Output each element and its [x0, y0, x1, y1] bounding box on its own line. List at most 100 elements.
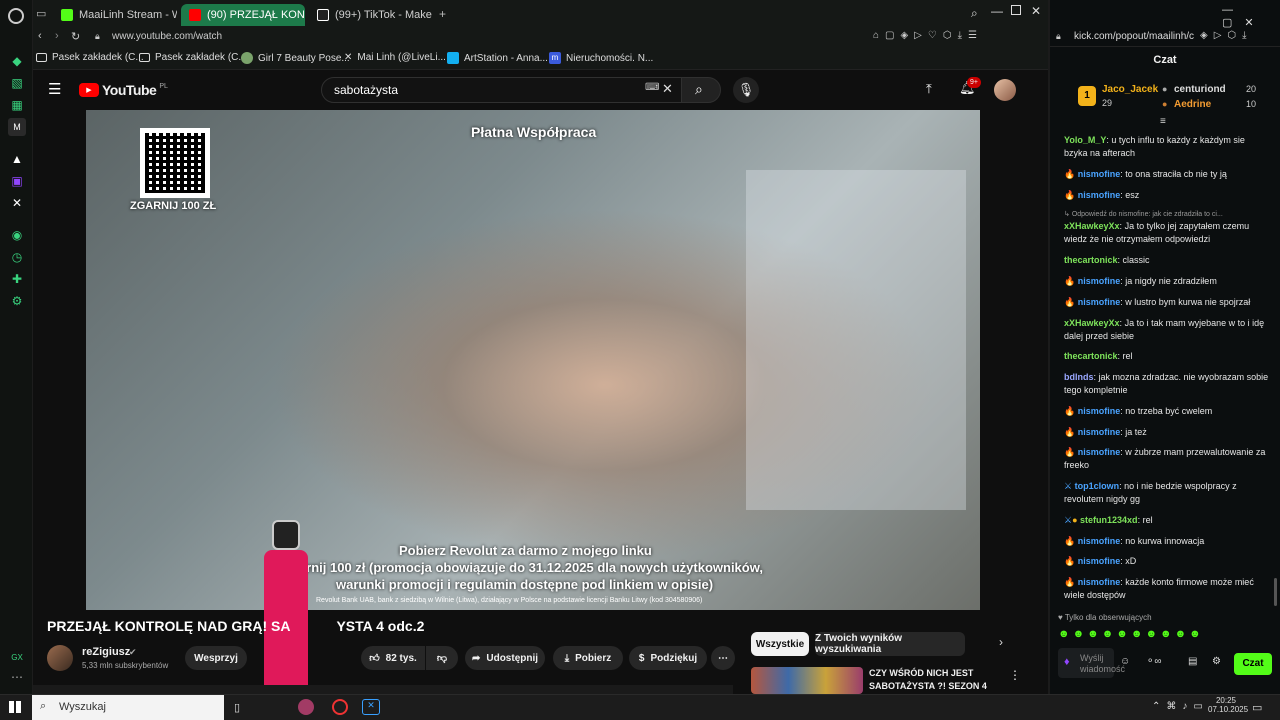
kick-chat-window: —▢✕ 🔒︎ kick.com/popout/maailinh/c ◈▷⬡⤓ C… [1048, 0, 1280, 694]
keyboard-icon[interactable]: ⌨ [645, 82, 659, 93]
close-window-button[interactable]: ✕ [1031, 4, 1041, 18]
xbox-taskbar-icon[interactable]: ✕ [362, 699, 380, 715]
fire-badge-icon: 🔥 [1064, 406, 1076, 416]
history-icon[interactable]: ◷ [8, 248, 26, 266]
share-button[interactable]: ➦ Udostępnij [465, 646, 545, 670]
discover-icon[interactable]: ▧ [8, 74, 26, 92]
aria-icon[interactable]: ◆ [8, 52, 26, 70]
emote-picker-icon[interactable]: ♦ [1064, 656, 1070, 668]
tab-kick[interactable]: MaaiLinh Stream - Watch [53, 4, 177, 26]
chip-all[interactable]: Wszystkie [751, 632, 809, 656]
chip-from-search[interactable]: Z Twoich wyników wyszukiwania [815, 632, 965, 656]
clock[interactable]: 20:25 07.10.2025 [1208, 696, 1248, 714]
dislike-button[interactable]: 👎︎ [426, 646, 458, 670]
search-button[interactable]: ⌕ [681, 77, 721, 103]
notification-center-icon[interactable]: ▭ [1252, 701, 1262, 714]
back-icon[interactable]: ‹ [38, 30, 42, 42]
twitch-icon[interactable]: ▣ [8, 172, 26, 190]
send-chat-button[interactable]: Czat [1234, 653, 1272, 675]
store-icon[interactable]: ▤ [1188, 656, 1197, 667]
chat-message: 🔥 nismofine: w żubrze mam przewalutowani… [1064, 447, 1266, 470]
tab-youtube[interactable]: (90) PRZEJĄŁ KONTR [181, 4, 305, 26]
leaderboard-name[interactable]: centuriond [1174, 84, 1226, 95]
fire-badge-icon: 🔥 [1064, 276, 1076, 286]
support-button[interactable]: Wesprzyj [185, 646, 247, 670]
chat-message: Yolo_M_Y: u tych influ to każdy z każdym… [1064, 135, 1245, 158]
channel-name[interactable]: reZigiusz [82, 646, 130, 658]
recommended-title[interactable]: CZY WŚRÓD NICH JEST SABOTAŻYSTA ?! SEZON… [869, 667, 987, 693]
leaderboard-name[interactable]: Jaco_Jacek [1102, 84, 1158, 95]
leaderboard-points: 20 [1246, 84, 1257, 94]
voice-search-button[interactable]: 🎙︎ [733, 77, 759, 103]
search-input[interactable]: sabotażysta ⌨ ✕ [321, 77, 701, 103]
search-tabs-icon[interactable]: ⌕ [971, 6, 978, 21]
qr-code [140, 128, 210, 198]
channel-avatar[interactable] [47, 645, 73, 671]
task-view-icon[interactable]: ▯ [234, 701, 240, 714]
tab-tiktok[interactable]: (99+) TikTok - Make Your [309, 4, 433, 26]
chat-message: bdlnds: jak mozna zdradzac. nie wyobraza… [1064, 372, 1269, 395]
chat-settings-icon[interactable]: ⚙ [1212, 656, 1221, 667]
hamburger-menu-icon[interactable]: ☰ [48, 80, 61, 98]
system-tray[interactable]: ⌃⌘♪▭ [1152, 701, 1209, 712]
youtube-header: ☰ ▶ YouTube PL sabotażysta ⌨ ✕ ⌕ 🎙︎ ⤒ 🔔︎… [33, 70, 1048, 110]
recommended-thumbnail[interactable] [751, 667, 863, 694]
arc-icon[interactable]: ▲ [8, 150, 26, 168]
bookmark-item[interactable]: Pasek zakładek (C... [36, 52, 144, 63]
points-icon[interactable]: ⚬∞ [1146, 656, 1162, 667]
sword-badge-icon: ⚔ [1064, 481, 1073, 491]
youtube-logo[interactable]: ▶ YouTube PL [79, 82, 168, 98]
upload-icon[interactable]: ⤒ [926, 81, 932, 97]
chat-input[interactable]: ♦ Wyślij wiadomość [1058, 648, 1125, 678]
pinned-toggle-icon[interactable]: ≡ [1160, 116, 1166, 127]
kick-address-actions[interactable]: ◈▷⬡⤓ [1200, 30, 1253, 41]
shelf-graphic [746, 170, 966, 510]
bookmark-item[interactable]: Girl 7 Beauty Pose... [241, 52, 350, 64]
more-actions-button[interactable]: ⋯ [711, 646, 735, 670]
workspace-icon[interactable]: ▦ [8, 96, 26, 114]
maximize-button[interactable] [1011, 5, 1021, 15]
leaderboard-name[interactable]: Aedrine [1174, 99, 1211, 110]
taskbar-search[interactable]: ⌕ Wyszukaj [32, 695, 224, 720]
opera-gx-taskbar-icon[interactable] [298, 699, 314, 715]
chips-next-icon[interactable]: › [999, 635, 1003, 649]
thanks-button[interactable]: $ Podziękuj [629, 646, 707, 670]
extensions-icon[interactable]: ✚ [8, 270, 26, 288]
recommended-menu-icon[interactable]: ⋮ [1009, 668, 1021, 682]
bookmark-item[interactable]: m Nieruchomości. N... [549, 52, 653, 64]
opera-taskbar-icon[interactable] [332, 699, 348, 715]
clear-search-icon[interactable]: ✕ [662, 81, 673, 97]
more-icon[interactable]: ⋯ [8, 668, 26, 686]
chat-scrollbar[interactable] [1274, 578, 1277, 606]
video-player[interactable]: ZGARNIJ 100 ZŁ Płatna Współpraca Pobierz… [86, 110, 980, 610]
url-field[interactable]: www.youtube.com/watch [112, 31, 222, 42]
bookmark-item[interactable]: Pasek zakładek (C... [139, 52, 247, 63]
settings-icon[interactable]: ⚙ [8, 292, 26, 310]
gx-icon[interactable]: GX [8, 648, 26, 666]
description-box[interactable] [33, 685, 733, 694]
m-site-icon: m [549, 52, 561, 64]
emoji-icon[interactable]: ☺ [1120, 656, 1130, 667]
bookmark-item[interactable]: ✕ Mai Linh (@LiveLi... [344, 52, 446, 63]
download-button[interactable]: ⤓ Pobierz [553, 646, 623, 670]
fire-badge-icon: 🔥 [1064, 427, 1076, 437]
x-icon[interactable]: ✕ [8, 194, 26, 212]
messenger-icon[interactable]: M [8, 118, 26, 136]
account-avatar[interactable] [994, 79, 1016, 101]
folder-icon [36, 53, 47, 62]
tab-menu-icon[interactable]: ▭ [36, 7, 46, 20]
new-tab-button[interactable]: + [439, 7, 446, 21]
window-controls[interactable]: —▢✕ [1222, 4, 1280, 29]
emote-bar[interactable]: ☻☻☻☻☻☻☻☻☻☻ [1058, 628, 1238, 644]
bookmark-item[interactable]: ArtStation - Anna... [447, 52, 548, 64]
kick-url-field[interactable]: kick.com/popout/maailinh/c [1074, 31, 1194, 42]
chat-message: ⚔ top1clown: no i nie bedzie wspolpracy … [1064, 481, 1237, 504]
forward-icon[interactable]: › [55, 30, 59, 42]
windows-start-icon[interactable] [9, 701, 21, 713]
address-actions[interactable]: ⌂▢◈▷♡⬡⤓☰ [873, 30, 983, 41]
player-icon[interactable]: ◉ [8, 226, 26, 244]
opera-logo-icon[interactable] [8, 8, 24, 24]
like-button[interactable]: 👍︎ 82 tys. [361, 646, 425, 670]
reload-icon[interactable]: ↻ [71, 30, 80, 43]
minimize-button[interactable]: — [991, 4, 1003, 18]
